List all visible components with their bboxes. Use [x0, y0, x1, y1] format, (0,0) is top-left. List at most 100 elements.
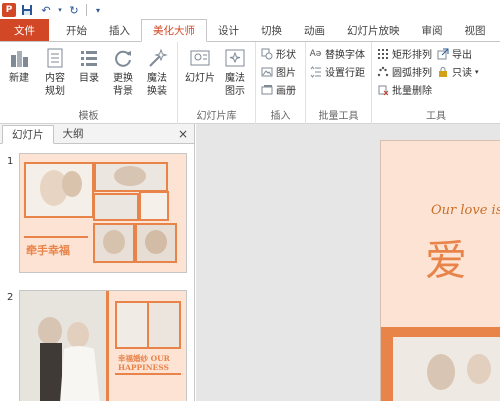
tab-home[interactable]: 开始	[55, 19, 98, 41]
read-only-button[interactable]: 只读 ▾	[436, 63, 479, 80]
new-button-label: 新建	[9, 73, 29, 84]
tab-file[interactable]: 文件	[0, 19, 49, 41]
slide-number: 2	[7, 292, 14, 303]
magic-wand-icon	[145, 46, 169, 70]
arc-arrange-label: 圆弧排列	[392, 68, 432, 79]
read-only-dropdown-icon[interactable]: ▾	[475, 68, 479, 76]
tab-slideshow[interactable]: 幻灯片放映	[336, 19, 411, 41]
slide-thumbnail-1[interactable]: 牵手幸福	[19, 153, 187, 273]
tab-addins[interactable]: 加	[497, 19, 500, 41]
magic-outfit-button[interactable]: 魔法 换装	[142, 46, 172, 98]
slide-title[interactable]: 爱	[425, 227, 467, 288]
slide-subtitle[interactable]: Our love is	[431, 203, 500, 218]
group-batch-tools: Aə 替换字体 设置行距 批量工具	[306, 42, 372, 124]
tab-beautify-master[interactable]: 美化大师	[141, 19, 207, 42]
slide-editor[interactable]: Our love is 爱	[196, 124, 500, 401]
picture-icon	[260, 65, 273, 78]
content-planning-button[interactable]: 内容 规划	[40, 46, 70, 98]
shape-icon	[260, 47, 273, 60]
rect-arrange-button[interactable]: 矩形排列	[376, 45, 432, 62]
slide-thumbnail-2[interactable]: 幸福婚纱 OUR HAPPINESS	[19, 290, 187, 401]
magic-diagram-label-line1: 魔法	[225, 73, 245, 84]
replace-font-button[interactable]: Aə 替换字体	[309, 45, 365, 62]
batch-delete-button[interactable]: 批量删除	[376, 81, 432, 98]
group-insert: 形状 图片 画册 插入	[256, 42, 306, 124]
tab-review[interactable]: 审阅	[411, 19, 454, 41]
magic-diagram-icon	[223, 46, 247, 70]
list-icon	[77, 46, 101, 70]
group-batch-tools-label: 批量工具	[318, 111, 359, 122]
slides-library-icon	[188, 46, 212, 70]
batch-delete-label: 批量删除	[392, 86, 432, 97]
shape-label: 形状	[276, 50, 296, 61]
redo-icon[interactable]: ↻	[66, 2, 82, 18]
group-slide-library: 幻灯片 魔法 图示 幻灯片库	[178, 42, 256, 124]
powerpoint-logo-icon: P	[2, 3, 16, 17]
arc-arrange-button[interactable]: 圆弧排列	[376, 63, 432, 80]
toolbar-divider	[86, 4, 87, 16]
slide-thumbnail-2-art	[20, 291, 186, 401]
group-tools-label: 工具	[426, 111, 446, 122]
line-spacing-button[interactable]: 设置行距	[309, 63, 365, 80]
undo-icon[interactable]: ↶	[38, 2, 54, 18]
rect-arrange-label: 矩形排列	[392, 50, 432, 61]
album-label: 画册	[276, 86, 296, 97]
tab-animations[interactable]: 动画	[293, 19, 336, 41]
group-insert-label: 插入	[270, 111, 291, 122]
ribbon: 新建 内容 规划 目录 更换 背景 魔法 换装 模板 幻灯片 魔法 图示 幻灯片…	[0, 42, 500, 124]
slide-thumbnail-2-title-line2: HAPPINESS	[118, 363, 169, 372]
lock-icon	[436, 65, 449, 78]
export-button[interactable]: 导出	[436, 45, 472, 62]
line-spacing-label: 设置行距	[325, 68, 365, 79]
tab-design[interactable]: 设计	[207, 19, 250, 41]
tab-view[interactable]: 视图	[454, 19, 497, 41]
toc-button-label: 目录	[79, 73, 99, 84]
group-slide-library-label: 幻灯片库	[196, 111, 237, 122]
album-button[interactable]: 画册	[260, 81, 296, 98]
refresh-icon	[111, 46, 135, 70]
undo-dropdown-icon[interactable]: ▾	[57, 2, 63, 18]
magic-diagram-button[interactable]: 魔法 图示	[220, 46, 250, 98]
tab-transitions[interactable]: 切换	[250, 19, 293, 41]
slides-library-label: 幻灯片	[185, 73, 215, 84]
arc-dots-icon	[376, 65, 389, 78]
album-icon	[260, 83, 273, 96]
group-template: 新建 内容 规划 目录 更换 背景 魔法 换装 模板	[0, 42, 178, 124]
close-icon[interactable]: ×	[178, 127, 188, 141]
picture-label: 图片	[276, 68, 296, 79]
quick-access-toolbar: P ↶ ▾ ↻ ▾	[0, 0, 500, 20]
tab-slides-panel[interactable]: 幻灯片	[2, 125, 54, 144]
new-slide-icon	[7, 46, 31, 70]
save-icon[interactable]	[19, 2, 35, 18]
magic-outfit-label-line2: 换装	[147, 86, 167, 97]
slide-number: 1	[7, 156, 14, 167]
picture-button[interactable]: 图片	[260, 63, 296, 80]
replace-font-label: 替换字体	[325, 50, 365, 61]
batch-delete-icon	[376, 83, 389, 96]
ribbon-tabs: 文件 开始 插入 美化大师 设计 切换 动画 幻灯片放映 审阅 视图 加	[0, 19, 500, 42]
content-planning-icon	[43, 46, 67, 70]
customize-icon[interactable]: ▾	[90, 2, 106, 18]
slides-panel: 幻灯片 大纲 × 1 牵手幸福 2 幸福婚纱 OUR HAPPINESS	[0, 124, 195, 401]
content-planning-label-line1: 内容	[45, 73, 65, 84]
new-button[interactable]: 新建	[4, 46, 34, 85]
change-background-label-line1: 更换	[113, 73, 133, 84]
content-planning-label-line2: 规划	[45, 86, 65, 97]
shape-button[interactable]: 形状	[260, 45, 296, 62]
current-slide[interactable]: Our love is 爱	[380, 140, 500, 401]
export-label: 导出	[452, 50, 472, 61]
toc-button[interactable]: 目录	[74, 46, 104, 85]
grid-icon	[376, 47, 389, 60]
slides-library-button[interactable]: 幻灯片	[182, 46, 218, 85]
change-background-button[interactable]: 更换 背景	[108, 46, 138, 98]
line-spacing-icon	[309, 65, 322, 78]
panel-tabs: 幻灯片 大纲 ×	[0, 124, 194, 144]
tab-outline-panel[interactable]: 大纲	[54, 124, 93, 143]
export-icon	[436, 47, 449, 60]
replace-font-icon: Aə	[309, 48, 322, 59]
magic-diagram-label-line2: 图示	[225, 86, 245, 97]
group-template-label: 模板	[78, 111, 99, 122]
group-tools: 矩形排列 圆弧排列 批量删除 导出 只读 ▾ 工具	[372, 42, 500, 124]
read-only-label: 只读	[452, 68, 472, 79]
tab-insert[interactable]: 插入	[98, 19, 141, 41]
